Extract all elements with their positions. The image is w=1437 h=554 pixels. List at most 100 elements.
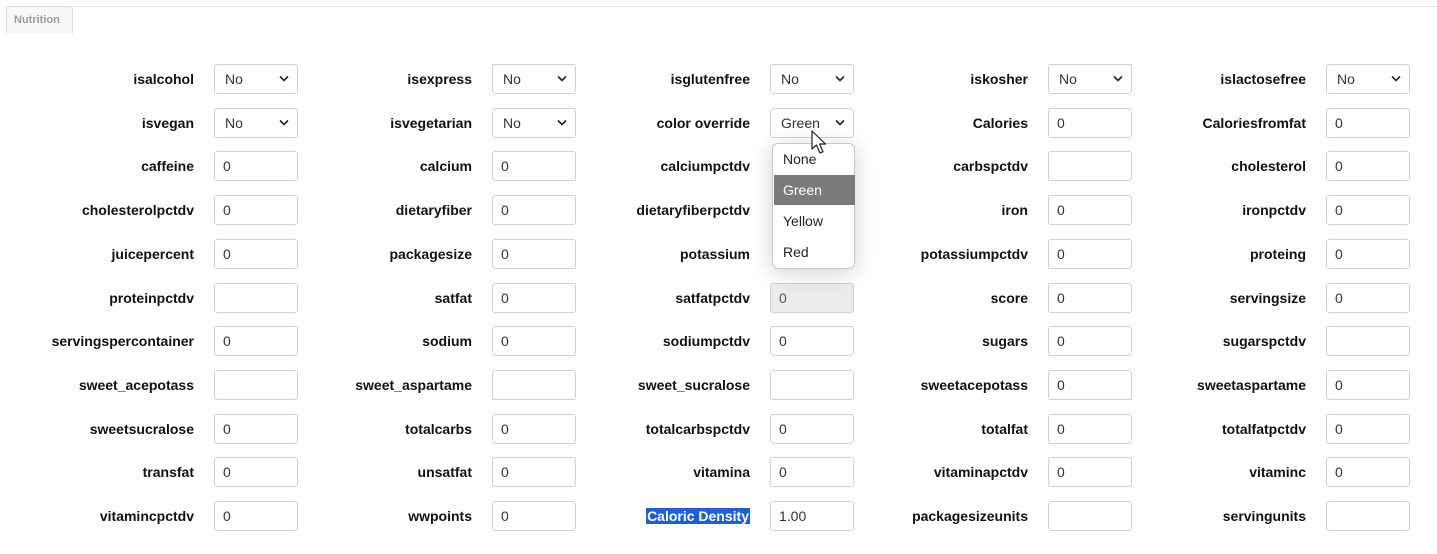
vitaminapctdv-label: vitaminapctdv — [828, 462, 1028, 482]
calcium-label: calcium — [272, 156, 472, 176]
calciumpctdv-label-text: calciumpctdv — [660, 158, 750, 174]
iskosher-label: iskosher — [828, 69, 1028, 89]
ironpctdv-input[interactable] — [1326, 195, 1410, 225]
carbspctdv-label-text: carbspctdv — [953, 158, 1028, 174]
servingunits-label-text: servingunits — [1222, 508, 1306, 524]
cholesterol-label: cholesterol — [1106, 156, 1306, 176]
potassiumpctdv-label-text: potassiumpctdv — [920, 246, 1028, 262]
proteinpctdv-label: proteinpctdv — [0, 288, 194, 308]
vitaminapctdv-label-text: vitaminapctdv — [933, 464, 1028, 480]
sweet-acepotass-label: sweet_acepotass — [0, 375, 194, 395]
vitamina-label-text: vitamina — [693, 464, 750, 480]
sugarspctdv-input[interactable] — [1326, 326, 1410, 356]
ironpctdv-label-text: ironpctdv — [1242, 202, 1306, 218]
sweetsucralose-label-text: sweetsucralose — [89, 421, 194, 437]
packagesizeunits-label-text: packagesizeunits — [912, 508, 1028, 524]
iron-label-text: iron — [1001, 202, 1028, 218]
isvegetarian-select-value: No — [503, 115, 521, 131]
proteing-label: proteing — [1106, 244, 1306, 264]
sweetaspartame-input[interactable] — [1326, 370, 1410, 400]
caloric-density-label-text: Caloric Density — [646, 508, 750, 524]
transfat-label: transfat — [0, 462, 194, 482]
dietaryfiberpctdv-label: dietaryfiberpctdv — [550, 200, 750, 220]
color-override-dropdown[interactable]: None Green Yellow Red — [772, 143, 855, 269]
dietaryfiberpctdv-label-text: dietaryfiberpctdv — [636, 202, 750, 218]
servingsize-input[interactable] — [1326, 283, 1410, 313]
totalfatpctdv-input[interactable] — [1326, 414, 1410, 444]
score-label-text: score — [990, 290, 1028, 306]
calories-label-text: Calories — [972, 115, 1028, 131]
isexpress-select-value: No — [503, 71, 521, 87]
ironpctdv-label: ironpctdv — [1106, 200, 1306, 220]
mouse-pointer-icon — [811, 130, 827, 154]
sweet-aspartame-label: sweet_aspartame — [272, 375, 472, 395]
dietaryfiber-label: dietaryfiber — [272, 200, 472, 220]
isglutenfree-label: isglutenfree — [550, 69, 750, 89]
color-override-label-text: color override — [656, 115, 750, 131]
sweet-aspartame-label-text: sweet_aspartame — [355, 377, 472, 393]
iskosher-select-value: No — [1059, 71, 1077, 87]
totalcarbs-label: totalcarbs — [272, 419, 472, 439]
vitaminc-label-text: vitaminc — [1249, 464, 1306, 480]
servingunits-input[interactable] — [1326, 501, 1410, 531]
sweetsucralose-label: sweetsucralose — [0, 419, 194, 439]
calcium-label-text: calcium — [419, 158, 472, 174]
satfatpctdv-label-text: satfatpctdv — [675, 290, 750, 306]
islactosefree-select[interactable]: No — [1326, 64, 1410, 94]
tab-nutrition[interactable]: Nutrition — [6, 6, 73, 33]
totalcarbspctdv-label: totalcarbspctdv — [550, 419, 750, 439]
unsatfat-label: unsatfat — [272, 462, 472, 482]
satfatpctdv-label: satfatpctdv — [550, 288, 750, 308]
proteing-input[interactable] — [1326, 239, 1410, 269]
nutrition-form: isalcohol No isexpress No isglutenfree No isko… — [6, 33, 1431, 548]
servingsize-label-text: servingsize — [1229, 290, 1306, 306]
servingsize-label: servingsize — [1106, 288, 1306, 308]
cholesterol-input[interactable] — [1326, 151, 1410, 181]
dropdown-option-red[interactable]: Red — [774, 237, 855, 267]
totalfat-label-text: totalfat — [981, 421, 1028, 437]
vitaminc-input[interactable] — [1326, 457, 1410, 487]
calories-label: Calories — [828, 113, 1028, 133]
score-label: score — [828, 288, 1028, 308]
iron-label: iron — [828, 200, 1028, 220]
tab-bar: Nutrition — [0, 0, 1437, 33]
calciumpctdv-label: calciumpctdv — [550, 156, 750, 176]
totalfatpctdv-label-text: totalfatpctdv — [1222, 421, 1306, 437]
vitaminc-label: vitaminc — [1106, 462, 1306, 482]
isglutenfree-select-value: No — [781, 71, 799, 87]
islactosefree-label-text: islactosefree — [1220, 71, 1306, 87]
sweetacepotass-label: sweetacepotass — [828, 375, 1028, 395]
servingspercontainer-label: servingspercontainer — [0, 331, 194, 351]
caffeine-label-text: caffeine — [141, 158, 194, 174]
isexpress-label-text: isexpress — [407, 71, 472, 87]
satfat-label-text: satfat — [434, 290, 472, 306]
juicepercent-label-text: juicepercent — [111, 246, 194, 262]
caloriesfromfat-input[interactable] — [1326, 108, 1410, 138]
sugars-label: sugars — [828, 331, 1028, 351]
sweetaspartame-label-text: sweetaspartame — [1197, 377, 1306, 393]
packagesizeunits-label: packagesizeunits — [828, 506, 1028, 526]
dropdown-option-yellow[interactable]: Yellow — [774, 206, 855, 236]
caloriesfromfat-label: Caloriesfromfat — [1106, 113, 1306, 133]
sweetacepotass-label-text: sweetacepotass — [920, 377, 1028, 393]
packagesize-label-text: packagesize — [389, 246, 473, 262]
isvegan-select-value: No — [225, 115, 243, 131]
isglutenfree-label-text: isglutenfree — [670, 71, 750, 87]
cholesterol-label-text: cholesterol — [1231, 158, 1306, 174]
totalfatpctdv-label: totalfatpctdv — [1106, 419, 1306, 439]
potassiumpctdv-label: potassiumpctdv — [828, 244, 1028, 264]
potassium-label: potassium — [550, 244, 750, 264]
unsatfat-label-text: unsatfat — [417, 464, 472, 480]
sweetaspartame-label: sweetaspartame — [1106, 375, 1306, 395]
totalcarbs-label-text: totalcarbs — [405, 421, 472, 437]
carbspctdv-label: carbspctdv — [828, 156, 1028, 176]
iskosher-label-text: iskosher — [970, 71, 1028, 87]
sweet-sucralose-label-text: sweet_sucralose — [637, 377, 750, 393]
isvegan-label: isvegan — [0, 113, 194, 133]
juicepercent-label: juicepercent — [0, 244, 194, 264]
isalcohol-select-value: No — [225, 71, 243, 87]
tab-bar-divider — [73, 6, 1437, 7]
dropdown-option-green[interactable]: Green — [774, 175, 855, 205]
sweet-sucralose-label: sweet_sucralose — [550, 375, 750, 395]
servingspercontainer-label-text: servingspercontainer — [51, 333, 194, 349]
